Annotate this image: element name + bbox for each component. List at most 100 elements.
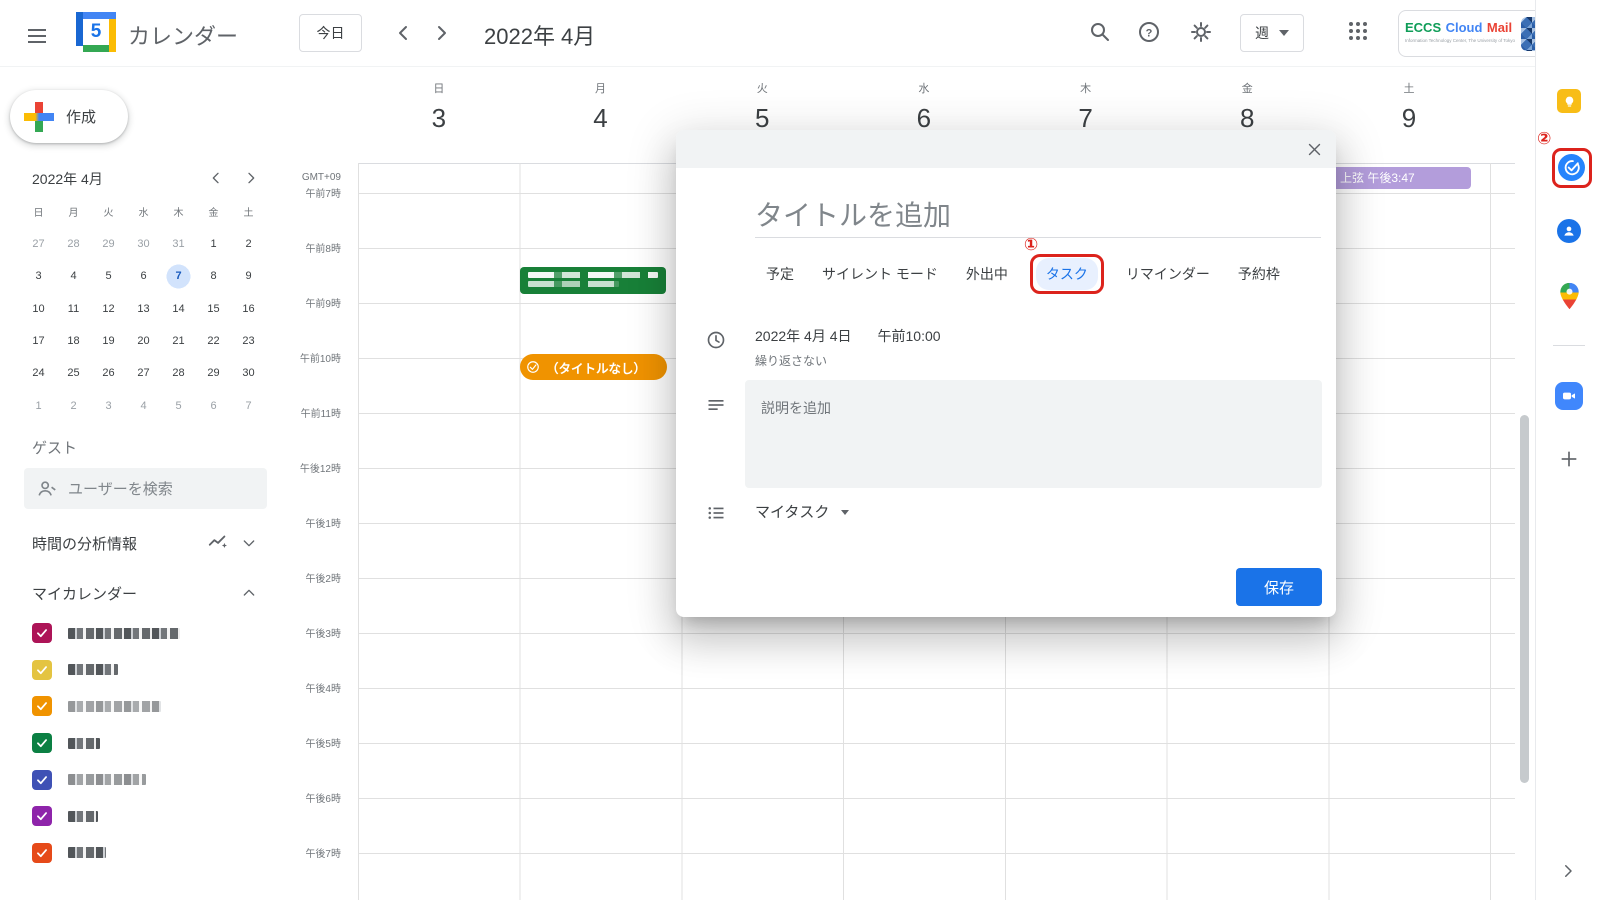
next-week-icon[interactable] <box>429 21 453 45</box>
view-selector[interactable]: 週 <box>1240 14 1304 52</box>
vertical-scrollbar[interactable] <box>1520 415 1529 783</box>
mini-day[interactable]: 13 <box>126 293 161 325</box>
calendar-list-item[interactable] <box>24 688 274 725</box>
google-apps-grid-icon[interactable] <box>1349 22 1369 42</box>
prev-week-icon[interactable] <box>392 21 416 45</box>
mini-day[interactable]: 17 <box>21 325 56 357</box>
calendar-checkbox[interactable] <box>32 806 52 826</box>
tab-out-of-office[interactable]: 外出中 <box>966 264 1008 284</box>
zoom-meet-icon[interactable] <box>1555 382 1583 410</box>
weekday-label: 日 <box>358 80 520 96</box>
keep-icon[interactable] <box>1557 89 1581 113</box>
tab-reminder[interactable]: リマインダー <box>1126 264 1210 284</box>
search-icon[interactable] <box>1088 20 1112 44</box>
calendar-checkbox[interactable] <box>32 770 52 790</box>
maps-icon[interactable] <box>1559 282 1580 310</box>
day-header-row: 日3 月4 火5 水6 木7 金8 土9 <box>358 80 1490 134</box>
calendar-list-item[interactable] <box>24 615 274 652</box>
tab-focus-time[interactable]: サイレント モード <box>822 264 938 284</box>
calendar-checkbox[interactable] <box>32 733 52 753</box>
time-insights-label[interactable]: 時間の分析情報 <box>32 533 137 554</box>
task-chip-untitled[interactable]: （タイトルなし） <box>520 354 667 380</box>
mini-day[interactable]: 20 <box>126 325 161 357</box>
calendar-list-item[interactable] <box>24 798 274 835</box>
help-icon[interactable]: ? <box>1137 20 1161 44</box>
hamburger-menu-icon[interactable] <box>28 25 46 47</box>
mini-day[interactable]: 28 <box>161 357 196 389</box>
mini-day[interactable]: 15 <box>196 293 231 325</box>
guest-search-input[interactable]: ユーザーを検索 <box>24 468 267 509</box>
mini-day[interactable]: 5 <box>91 260 126 292</box>
calendar-checkbox[interactable] <box>32 660 52 680</box>
mini-day[interactable]: 19 <box>91 325 126 357</box>
mini-day[interactable]: 3 <box>91 389 126 421</box>
mini-day[interactable]: 3 <box>21 260 56 292</box>
mini-day[interactable]: 29 <box>91 228 126 260</box>
mini-day[interactable]: 1 <box>21 389 56 421</box>
mini-day[interactable]: 4 <box>56 260 91 292</box>
mini-day[interactable]: 6 <box>196 389 231 421</box>
weekday-label: 土 <box>1328 80 1490 96</box>
tasks-icon[interactable] <box>1558 154 1585 181</box>
close-icon[interactable] <box>1302 137 1326 161</box>
mini-day[interactable]: 2 <box>56 389 91 421</box>
mini-day[interactable]: 6 <box>126 260 161 292</box>
mini-day[interactable]: 1 <box>196 228 231 260</box>
mini-day[interactable]: 27 <box>21 228 56 260</box>
mini-day[interactable]: 4 <box>126 389 161 421</box>
chevron-down-icon[interactable] <box>241 535 257 551</box>
calendar-list-item[interactable] <box>24 652 274 689</box>
calendar-list-item[interactable] <box>24 761 274 798</box>
calendar-checkbox[interactable] <box>32 623 52 643</box>
mini-day-selected[interactable]: 7 <box>161 260 196 292</box>
mini-day[interactable]: 31 <box>161 228 196 260</box>
create-button[interactable]: 作成 <box>10 90 128 143</box>
tab-event[interactable]: 予定 <box>766 264 794 284</box>
hour-label: 午後2時 <box>250 570 341 585</box>
mini-day[interactable]: 11 <box>56 293 91 325</box>
day-number[interactable]: 9 <box>1328 103 1490 134</box>
my-calendars-label[interactable]: マイカレンダー <box>32 583 137 604</box>
mini-day[interactable]: 29 <box>196 357 231 389</box>
add-addon-icon[interactable] <box>1558 448 1580 470</box>
chevron-up-icon[interactable] <box>241 585 257 601</box>
calendar-checkbox[interactable] <box>32 696 52 716</box>
save-button[interactable]: 保存 <box>1236 568 1322 606</box>
title-input[interactable]: タイトルを追加 <box>755 194 951 234</box>
mini-day[interactable]: 27 <box>126 357 161 389</box>
mini-day[interactable]: 25 <box>56 357 91 389</box>
mini-day[interactable]: 8 <box>196 260 231 292</box>
mini-day[interactable]: 22 <box>196 325 231 357</box>
datetime-row[interactable]: 2022年 4月 4日午前10:00 繰り返さない <box>755 326 941 369</box>
calendar-checkbox[interactable] <box>32 843 52 863</box>
mini-day[interactable]: 30 <box>126 228 161 260</box>
settings-gear-icon[interactable] <box>1189 20 1213 44</box>
mini-day[interactable]: 21 <box>161 325 196 357</box>
mini-day[interactable]: 14 <box>161 293 196 325</box>
collapse-panel-icon[interactable] <box>1559 862 1577 880</box>
mini-day[interactable]: 24 <box>21 357 56 389</box>
day-number[interactable]: 3 <box>358 103 520 134</box>
task-list-selector[interactable]: マイタスク <box>755 501 849 522</box>
today-button[interactable]: 今日 <box>299 14 362 52</box>
dialog-drag-handle[interactable] <box>676 130 1336 168</box>
mini-day[interactable]: 10 <box>21 293 56 325</box>
mini-day[interactable]: 28 <box>56 228 91 260</box>
mini-day[interactable]: 9 <box>231 260 266 292</box>
calendar-list-item[interactable] <box>24 725 274 762</box>
contacts-icon[interactable] <box>1557 219 1581 243</box>
mini-day[interactable]: 5 <box>161 389 196 421</box>
hour-label: 午後5時 <box>250 735 341 750</box>
allday-event[interactable]: 上弦 午後3:47 <box>1330 167 1471 189</box>
mini-day[interactable]: 18 <box>56 325 91 357</box>
tab-appointment-slots[interactable]: 予約枠 <box>1238 264 1280 284</box>
description-textarea[interactable]: 説明を追加 <box>745 380 1322 488</box>
account-badge[interactable]: ECCS Cloud Mail Information Technology C… <box>1398 10 1548 57</box>
mini-day[interactable]: 12 <box>91 293 126 325</box>
tab-task[interactable]: タスク ① <box>1036 258 1098 290</box>
calendar-list-item[interactable] <box>24 835 274 872</box>
day-number[interactable]: 4 <box>520 103 682 134</box>
mini-prev-month-icon[interactable] <box>208 170 224 186</box>
mini-day[interactable]: 26 <box>91 357 126 389</box>
event-redacted[interactable] <box>520 267 666 294</box>
